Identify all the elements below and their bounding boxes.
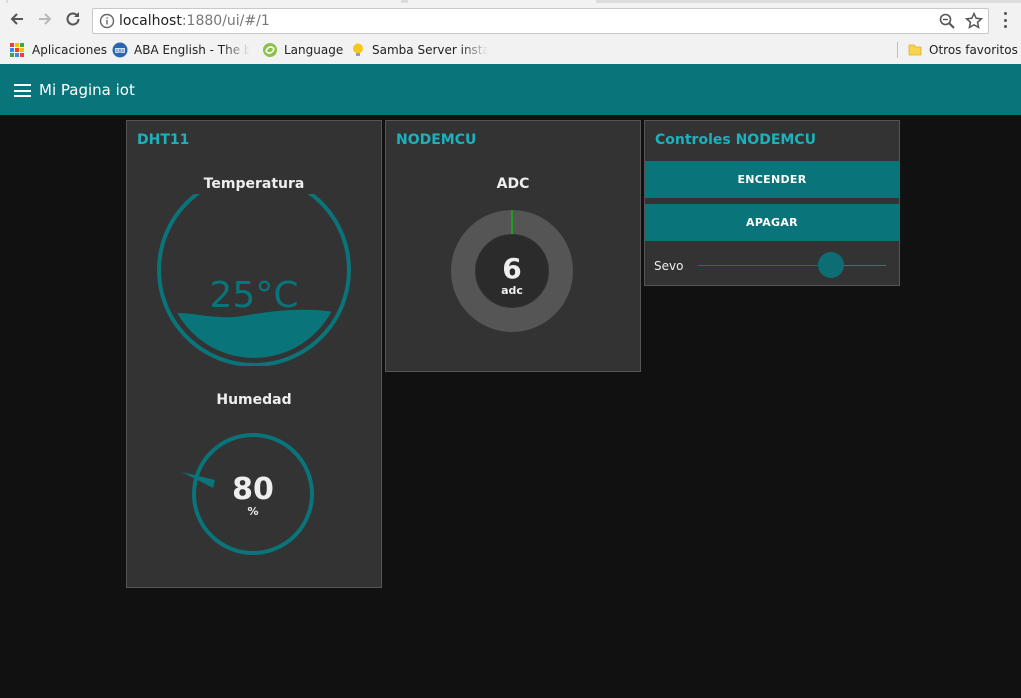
- servo-slider-thumb[interactable]: [818, 252, 845, 278]
- bookmark-language[interactable]: Language: [262, 41, 343, 59]
- menu-dot: [1003, 18, 1007, 22]
- info-icon[interactable]: [99, 13, 115, 29]
- servo-slider[interactable]: [698, 252, 886, 278]
- svg-text:ABA: ABA: [115, 48, 125, 54]
- address-text[interactable]: localhost:1880/ui/#/1: [119, 13, 270, 29]
- slider-label: Sevo: [654, 259, 684, 273]
- temperature-label: Temperatura: [203, 176, 305, 192]
- dashboard-header: Mi Pagina iot: [0, 64, 1021, 115]
- temperature-gauge: 25°C: [157, 194, 351, 366]
- bookmark-label: Otros favoritos: [929, 43, 1018, 57]
- forward-button[interactable]: [32, 6, 58, 32]
- url-host: localhost: [119, 13, 182, 29]
- apps-grid-icon: [10, 43, 24, 57]
- aba-english-icon: ABA: [112, 42, 128, 58]
- bookmark-aba-english[interactable]: ABA ABA English - The be: [112, 41, 250, 59]
- encender-button[interactable]: ENCENDER: [645, 161, 899, 198]
- bookmarks-bar: Aplicaciones ABA ABA English - The be La…: [0, 37, 1021, 63]
- zoom-icon[interactable]: [938, 12, 956, 30]
- bookmark-samba[interactable]: Samba Server installa: [350, 41, 488, 59]
- menu-dot: [1003, 12, 1007, 15]
- folder-icon: [908, 44, 922, 56]
- hamburger-line: [14, 95, 31, 97]
- humidity-unit: %: [247, 505, 258, 518]
- servo-slider-fill: [698, 265, 832, 266]
- bookmark-apps[interactable]: Aplicaciones: [10, 41, 107, 59]
- card-title: NODEMCU: [396, 132, 477, 148]
- humidity-value: 80: [232, 472, 274, 507]
- card-dht11: DHT11 25°C Temperatura Humedad 80 %: [126, 120, 382, 588]
- hamburger-line: [14, 84, 31, 86]
- menu-dot: [1003, 25, 1007, 28]
- forward-arrow-icon: [39, 13, 52, 25]
- bookmark-label: ABA English - The be: [134, 43, 250, 57]
- hamburger-line: [14, 89, 31, 92]
- reload-icon: [66, 12, 80, 26]
- card-controls: Controles NODEMCU ENCENDER APAGAR Sevo: [644, 120, 900, 286]
- adc-donut-gauge: 6 adc: [451, 210, 573, 332]
- url-path: :1880/ui/#/1: [181, 13, 270, 29]
- language-icon: [263, 43, 277, 57]
- bookmark-label: Language: [284, 43, 344, 57]
- browser-toolbar: localhost:1880/ui/#/1: [0, 3, 1021, 37]
- adc-unit: adc: [501, 284, 523, 297]
- bookmark-other-folder[interactable]: Otros favoritos: [907, 41, 1018, 59]
- card-nodemcu: NODEMCU ADC 6 adc: [385, 120, 641, 372]
- reload-button[interactable]: [60, 6, 86, 32]
- hamburger-menu-icon[interactable]: [14, 84, 31, 97]
- card-title: DHT11: [137, 132, 190, 148]
- adc-label: ADC: [496, 176, 530, 192]
- bookmark-label: Samba Server installa: [372, 43, 488, 57]
- adc-value: 6: [502, 252, 521, 285]
- page-title: Mi Pagina iot: [39, 81, 135, 99]
- address-bar[interactable]: localhost:1880/ui/#/1: [92, 8, 989, 34]
- temperature-value: 25°C: [210, 275, 299, 316]
- back-button[interactable]: [4, 6, 30, 32]
- bookmark-star-icon[interactable]: [964, 11, 984, 31]
- lightbulb-icon: [353, 43, 363, 56]
- browser-menu-button[interactable]: [997, 9, 1013, 31]
- humidity-gauge: 80 %: [182, 433, 314, 555]
- bookmarks-separator: [897, 42, 898, 58]
- back-arrow-icon: [10, 13, 23, 25]
- card-title: Controles NODEMCU: [655, 132, 816, 148]
- browser-chrome: localhost:1880/ui/#/1 Aplicaciones ABA A…: [0, 0, 1021, 64]
- humidity-label: Humedad: [216, 392, 292, 408]
- bookmark-label: Aplicaciones: [32, 43, 107, 57]
- apagar-button[interactable]: APAGAR: [645, 204, 899, 241]
